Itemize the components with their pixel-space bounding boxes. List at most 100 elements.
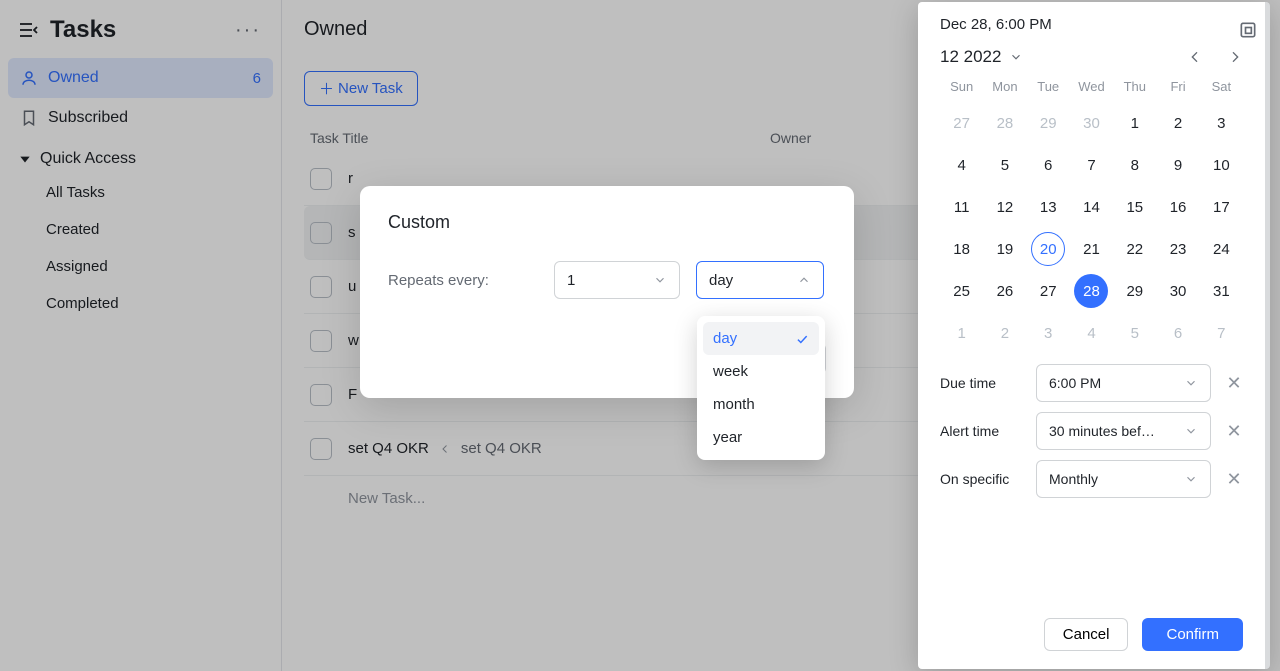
dow-label: Mon (983, 79, 1026, 94)
dropdown-option-label: month (713, 396, 755, 413)
nav-all-tasks[interactable]: All Tasks (8, 174, 273, 211)
repeat-select[interactable]: Monthly (1036, 460, 1211, 498)
calendar-day[interactable]: 9 (1156, 144, 1199, 186)
nav-created[interactable]: Created (8, 211, 273, 248)
calendar-day[interactable]: 19 (983, 228, 1026, 270)
calendar-day[interactable]: 26 (983, 270, 1026, 312)
calendar-day[interactable]: 6 (1027, 144, 1070, 186)
dow-label: Wed (1070, 79, 1113, 94)
calendar-day[interactable]: 17 (1200, 186, 1243, 228)
calendar-day[interactable]: 4 (940, 144, 983, 186)
calendar-day[interactable]: 6 (1156, 312, 1199, 354)
calendar-day[interactable]: 18 (940, 228, 983, 270)
sidebar-title: Tasks (50, 16, 116, 44)
calendar-day[interactable]: 7 (1070, 144, 1113, 186)
calendar-day[interactable]: 10 (1200, 144, 1243, 186)
task-checkbox[interactable] (310, 222, 332, 244)
nav-subscribed[interactable]: Subscribed (8, 98, 273, 138)
calendar-day[interactable]: 11 (940, 186, 983, 228)
nav-assigned[interactable]: Assigned (8, 248, 273, 285)
repeat-count-select[interactable]: 1 (554, 261, 680, 299)
calendar-day[interactable]: 2 (983, 312, 1026, 354)
calendar-day[interactable]: 25 (940, 270, 983, 312)
task-breadcrumb-child: set Q4 OKR (461, 440, 542, 457)
modal-title: Custom (388, 212, 826, 233)
date-confirm-button[interactable]: Confirm (1142, 618, 1243, 651)
month-year-select[interactable]: 12 2022 (940, 47, 1023, 67)
nav-group-quick-access[interactable]: Quick Access (8, 138, 273, 174)
calendar-day[interactable]: 27 (940, 102, 983, 144)
calendar-day[interactable]: 5 (983, 144, 1026, 186)
alert-time-select[interactable]: 30 minutes bef… (1036, 412, 1211, 450)
due-time-select[interactable]: 6:00 PM (1036, 364, 1211, 402)
prev-month-button[interactable] (1187, 49, 1203, 65)
calendar-day[interactable]: 29 (1113, 270, 1156, 312)
dow-label: Fri (1156, 79, 1199, 94)
calendar-day[interactable]: 1 (1113, 102, 1156, 144)
chevron-left-icon (439, 443, 451, 455)
calendar-day[interactable]: 22 (1113, 228, 1156, 270)
calendar-day[interactable]: 7 (1200, 312, 1243, 354)
dropdown-option-year[interactable]: year (703, 421, 819, 454)
user-icon (20, 69, 38, 87)
task-checkbox[interactable] (310, 384, 332, 406)
more-icon[interactable]: ··· (231, 17, 265, 44)
nav-owned-count: 6 (253, 70, 261, 87)
calendar-day[interactable]: 23 (1156, 228, 1199, 270)
clear-repeat-button[interactable]: ✕ (1225, 469, 1243, 490)
calendar-day[interactable]: 2 (1156, 102, 1199, 144)
calendar-day[interactable]: 31 (1200, 270, 1243, 312)
clear-alert-time-button[interactable]: ✕ (1225, 421, 1243, 442)
calendar-day[interactable]: 27 (1027, 270, 1070, 312)
month-year-label: 12 2022 (940, 47, 1001, 67)
calendar-day[interactable]: 3 (1200, 102, 1243, 144)
new-task-button[interactable]: ＋ New Task (304, 71, 418, 106)
task-checkbox[interactable] (310, 168, 332, 190)
due-time-label: Due time (940, 375, 1022, 391)
calendar-day[interactable]: 30 (1156, 270, 1199, 312)
sidebar-collapse-icon[interactable] (16, 18, 40, 42)
repeat-unit-select[interactable]: day (696, 261, 824, 299)
calendar-day[interactable]: 5 (1113, 312, 1156, 354)
nav-owned[interactable]: Owned 6 (8, 58, 273, 98)
calendar-day[interactable]: 20 (1027, 228, 1070, 270)
task-title: r (348, 170, 768, 187)
date-cancel-button[interactable]: Cancel (1044, 618, 1129, 651)
task-checkbox[interactable] (310, 330, 332, 352)
calendar-day[interactable]: 16 (1156, 186, 1199, 228)
repeats-every-label: Repeats every: (388, 272, 538, 289)
calendar-day[interactable]: 28 (1070, 270, 1113, 312)
calendar-day[interactable]: 21 (1070, 228, 1113, 270)
dropdown-option-day[interactable]: day (703, 322, 819, 355)
alert-time-value: 30 minutes bef… (1049, 423, 1155, 439)
popout-icon[interactable] (1238, 20, 1258, 40)
nav-completed[interactable]: Completed (8, 285, 273, 322)
calendar-day[interactable]: 29 (1027, 102, 1070, 144)
calendar-day[interactable]: 3 (1027, 312, 1070, 354)
calendar-day[interactable]: 4 (1070, 312, 1113, 354)
calendar-day[interactable]: 1 (940, 312, 983, 354)
task-checkbox[interactable] (310, 438, 332, 460)
chevron-down-icon (1184, 424, 1198, 438)
dropdown-option-label: year (713, 429, 742, 446)
nav-subscribed-label: Subscribed (48, 109, 128, 127)
calendar-day[interactable]: 12 (983, 186, 1026, 228)
alert-time-label: Alert time (940, 423, 1022, 439)
bookmark-icon (20, 109, 38, 127)
chevron-down-icon (1184, 472, 1198, 486)
calendar-day[interactable]: 30 (1070, 102, 1113, 144)
calendar-day[interactable]: 24 (1200, 228, 1243, 270)
calendar-day[interactable]: 8 (1113, 144, 1156, 186)
task-title-text: set Q4 OKR (348, 440, 429, 457)
calendar-day[interactable]: 14 (1070, 186, 1113, 228)
chevron-up-icon (797, 273, 811, 287)
dropdown-option-month[interactable]: month (703, 388, 819, 421)
chevron-down-icon (653, 273, 667, 287)
calendar-day[interactable]: 13 (1027, 186, 1070, 228)
task-checkbox[interactable] (310, 276, 332, 298)
clear-due-time-button[interactable]: ✕ (1225, 373, 1243, 394)
dropdown-option-week[interactable]: week (703, 355, 819, 388)
next-month-button[interactable] (1227, 49, 1243, 65)
calendar-day[interactable]: 15 (1113, 186, 1156, 228)
calendar-day[interactable]: 28 (983, 102, 1026, 144)
